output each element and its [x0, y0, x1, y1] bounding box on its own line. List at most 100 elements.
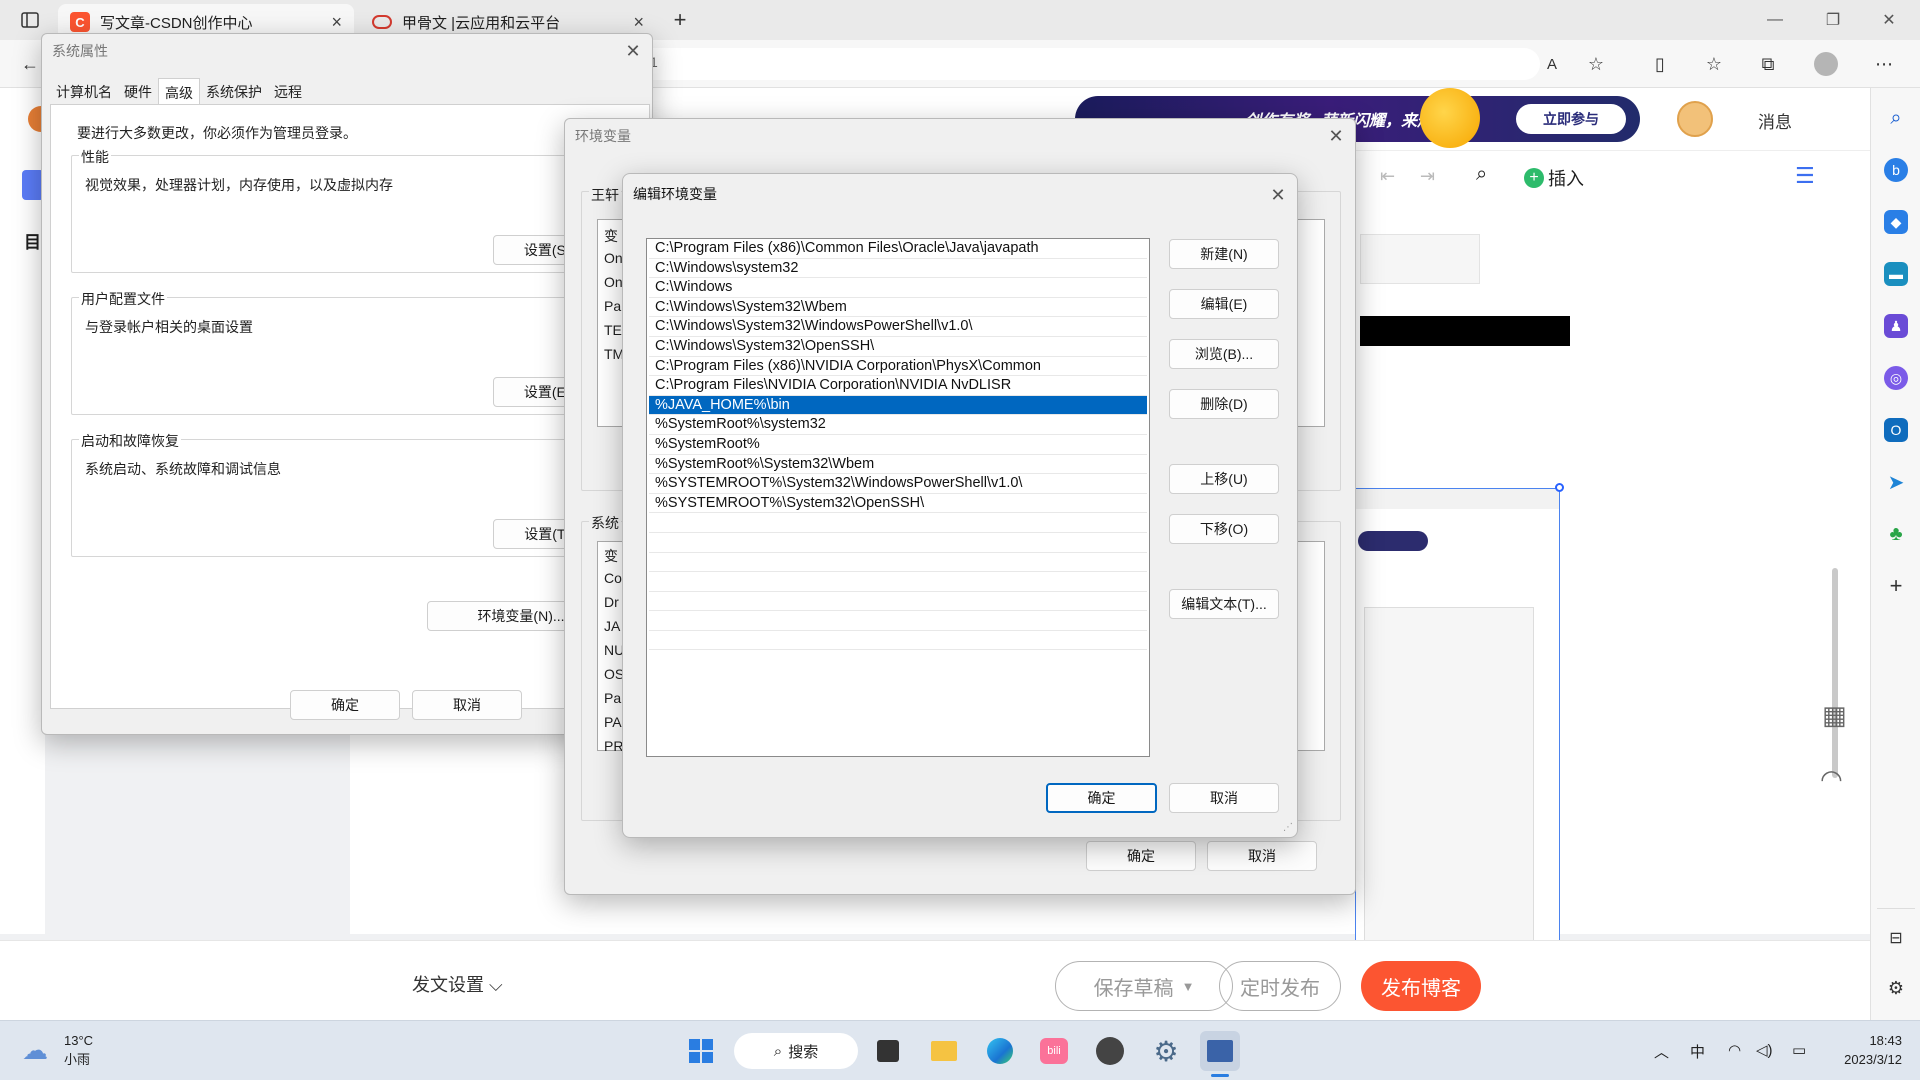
avatar[interactable]	[1677, 101, 1713, 137]
close-icon[interactable]: ✕	[620, 38, 646, 64]
schedule-publish-button[interactable]: 定时发布	[1219, 961, 1341, 1011]
cancel-button[interactable]: 取消	[412, 690, 522, 720]
back-icon[interactable]: ←	[18, 52, 42, 76]
plus-icon[interactable]: +	[1884, 573, 1908, 598]
browse-button[interactable]: 浏览(B)...	[1169, 339, 1279, 369]
ime-indicator[interactable]: 中	[1690, 1041, 1705, 1062]
close-icon[interactable]: ✕	[1323, 123, 1349, 149]
outlook-icon[interactable]: O	[1884, 418, 1908, 442]
cancel-button[interactable]: 取消	[1169, 783, 1279, 813]
favorites-icon[interactable]: ☆	[1702, 52, 1726, 76]
list-item[interactable]: Pa	[604, 298, 621, 314]
minimize-icon[interactable]: —	[1752, 6, 1798, 34]
cancel-button[interactable]: 取消	[1207, 841, 1317, 871]
close-icon[interactable]: ✕	[1265, 182, 1291, 208]
path-entry-row[interactable]: C:\Program Files\NVIDIA Corporation\NVID…	[649, 376, 1147, 396]
weather-widget[interactable]: 13°C 小雨	[64, 1031, 93, 1069]
collections-icon[interactable]: ⧉	[1756, 52, 1780, 76]
path-entry-row[interactable]: %SYSTEMROOT%\System32\OpenSSH\	[649, 494, 1147, 514]
edit-text-button[interactable]: 编辑文本(T)...	[1169, 589, 1279, 619]
restore-icon[interactable]: ❐	[1810, 6, 1856, 34]
close-window-icon[interactable]: ✕	[1866, 6, 1912, 34]
close-tab-icon[interactable]: ×	[331, 12, 342, 33]
clock[interactable]: 18:43 2023/3/12	[1844, 1031, 1902, 1069]
qrcode-icon[interactable]: ▦	[1822, 700, 1847, 731]
profile-icon[interactable]	[1814, 52, 1838, 76]
page-scrollbar[interactable]	[1832, 568, 1838, 778]
tab-hardware[interactable]: 硬件	[118, 78, 158, 104]
tab-computer-name[interactable]: 计算机名	[50, 78, 118, 104]
list-item[interactable]: Pa	[604, 690, 621, 706]
bilibili-icon[interactable]: bili	[1034, 1031, 1074, 1071]
battery-icon[interactable]: ▭	[1792, 1041, 1806, 1059]
list-item[interactable]: PA	[604, 714, 622, 730]
tray-chevron-icon[interactable]: ︿	[1654, 1041, 1669, 1062]
tab-remote[interactable]: 远程	[268, 78, 308, 104]
wifi-icon[interactable]: ◠	[1728, 1041, 1741, 1059]
path-entry-row[interactable]: %SystemRoot%\System32\Wbem	[649, 455, 1147, 475]
messages-link[interactable]: 消息	[1758, 108, 1792, 133]
tab-actions-icon[interactable]	[18, 8, 42, 32]
search-icon[interactable]: ⌕	[1476, 163, 1487, 186]
app-avatar-icon[interactable]	[1090, 1031, 1130, 1071]
file-explorer-icon[interactable]	[924, 1031, 964, 1071]
ok-button[interactable]: 确定	[1046, 783, 1157, 813]
path-entry-row[interactable]: C:\Windows\system32	[649, 259, 1147, 279]
menu-icon[interactable]: ☰	[1795, 163, 1815, 189]
path-entry-row[interactable]: C:\Windows\System32\Wbem	[649, 298, 1147, 318]
read-aloud-icon[interactable]: A	[1540, 52, 1564, 76]
edge-icon[interactable]	[980, 1031, 1020, 1071]
path-entry-row[interactable]	[649, 533, 1147, 553]
send-icon[interactable]: ➤	[1884, 470, 1908, 494]
path-entry-row[interactable]: C:\Windows	[649, 278, 1147, 298]
path-entry-row[interactable]	[649, 611, 1147, 631]
save-draft-button[interactable]: 保存草稿 ▼	[1055, 961, 1233, 1011]
list-item[interactable]: JA	[604, 618, 620, 634]
settings-gear-icon[interactable]: ⚙	[1146, 1031, 1186, 1071]
path-entry-row[interactable]: %SYSTEMROOT%\System32\WindowsPowerShell\…	[649, 474, 1147, 494]
taskbar-search[interactable]: ⌕ 搜索	[734, 1033, 858, 1069]
new-tab-icon[interactable]: +	[668, 7, 692, 32]
path-entry-row[interactable]: C:\Windows\System32\OpenSSH\	[649, 337, 1147, 357]
path-entry-row[interactable]: C:\Program Files (x86)\Common Files\Orac…	[649, 239, 1147, 259]
start-icon[interactable]	[681, 1031, 721, 1071]
tab-advanced[interactable]: 高级	[158, 78, 200, 104]
list-item[interactable]: Dr	[604, 594, 619, 610]
close-tab-icon[interactable]: ×	[633, 12, 644, 33]
path-entry-row[interactable]: C:\Program Files (x86)\NVIDIA Corporatio…	[649, 357, 1147, 377]
path-entry-row[interactable]: C:\Windows\System32\WindowsPowerShell\v1…	[649, 317, 1147, 337]
outdent-icon[interactable]: ⇤	[1380, 166, 1395, 187]
list-item[interactable]: On	[604, 250, 623, 266]
indent-icon[interactable]: ⇥	[1420, 166, 1435, 187]
list-item[interactable]: On	[604, 274, 623, 290]
new-button[interactable]: 新建(N)	[1169, 239, 1279, 269]
path-entry-row[interactable]: %SystemRoot%	[649, 435, 1147, 455]
sidebar-icon[interactable]: ⊟	[1884, 926, 1908, 950]
ok-button[interactable]: 确定	[1086, 841, 1196, 871]
tag-icon[interactable]: ◆	[1884, 210, 1908, 234]
delete-button[interactable]: 删除(D)	[1169, 389, 1279, 419]
move-down-button[interactable]: 下移(O)	[1169, 514, 1279, 544]
join-button[interactable]: 立即参与	[1516, 104, 1626, 134]
path-entry-row[interactable]	[649, 553, 1147, 573]
volume-icon[interactable]: ◁)	[1756, 1041, 1773, 1059]
split-screen-icon[interactable]: ▯	[1648, 52, 1672, 76]
task-view-icon[interactable]	[868, 1031, 908, 1071]
games-icon[interactable]: ♟	[1884, 314, 1908, 338]
path-entry-row[interactable]: %JAVA_HOME%\bin	[649, 395, 1147, 416]
bing-icon[interactable]: b	[1884, 158, 1908, 182]
headset-icon[interactable]: ◠	[1820, 764, 1843, 795]
resize-handle[interactable]	[1555, 483, 1564, 492]
resize-grip-icon[interactable]: ⋰	[1283, 822, 1293, 833]
path-entry-row[interactable]	[649, 513, 1147, 533]
favorite-add-icon[interactable]: ☆	[1584, 52, 1608, 76]
edit-button[interactable]: 编辑(E)	[1169, 289, 1279, 319]
list-item[interactable]: PR	[604, 738, 623, 754]
move-up-button[interactable]: 上移(U)	[1169, 464, 1279, 494]
ok-button[interactable]: 确定	[290, 690, 400, 720]
list-item[interactable]: TE	[604, 322, 622, 338]
search-icon[interactable]: ⌕	[1884, 106, 1908, 130]
publish-button[interactable]: 发布博客	[1361, 961, 1481, 1011]
list-item[interactable]: Co	[604, 570, 622, 586]
tree-icon[interactable]: ♣	[1884, 522, 1908, 546]
